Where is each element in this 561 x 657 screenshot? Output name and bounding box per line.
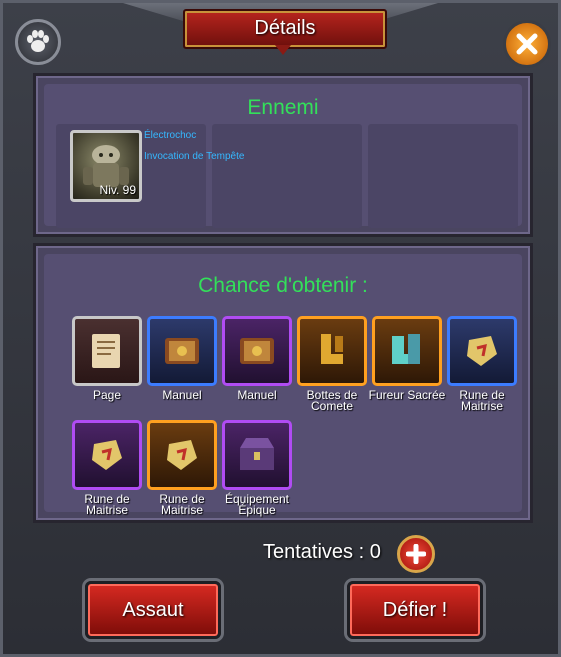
enemy-skill-2[interactable]: Invocation de Tempête [144,151,244,162]
armor-boots-icon [392,334,420,364]
loot-item[interactable] [147,420,217,490]
close-button[interactable] [503,20,551,68]
rune-icon [92,440,122,470]
enemy-portrait[interactable]: Niv. 99 [70,130,142,202]
challenge-button[interactable]: Défier ! [347,581,483,639]
rune-icon [467,336,497,366]
paw-icon [27,30,49,52]
attempts-counter: Tentatives : 0 [263,541,381,563]
assault-button[interactable]: Assaut [85,581,221,639]
enemy-level: Niv. 99 [99,183,136,197]
loot-panel-inner: Chance d'obtenir : Page Manuel Manuel Botte… [44,254,522,516]
book-icon [165,338,199,364]
enemy-slot-3 [368,124,518,228]
add-attempts-button[interactable] [397,535,435,573]
rune-icon [167,440,197,470]
boots-icon [321,334,343,364]
loot-item[interactable] [72,420,142,490]
paw-button[interactable] [15,19,61,65]
loot-item[interactable] [72,316,142,386]
loot-item-label: Équipement Épique [224,492,290,517]
enemy-skill-1[interactable]: Électrochoc [144,130,196,141]
loot-item[interactable] [222,420,292,490]
loot-item[interactable] [222,316,292,386]
loot-heading: Chance d'obtenir : [198,274,368,297]
title-plate: Détails [183,9,387,49]
title-tip [275,45,291,55]
details-window: Détails Ennemi Niv. 99 Électrochoc Invoc… [0,0,561,657]
plus-icon [406,544,426,564]
loot-item-label: Rune de Maitrise [459,388,505,413]
enemy-heading: Ennemi [247,96,319,119]
loot-panel: Chance d'obtenir : Page Manuel Manuel Botte… [33,243,533,523]
enemy-panel-inner: Ennemi Niv. 99 Électrochoc Invocation de… [44,84,522,228]
enemy-panel: Ennemi Niv. 99 Électrochoc Invocation de… [33,73,533,237]
loot-item[interactable] [297,316,367,386]
enemy-slot-2 [212,124,362,228]
book-icon [240,338,274,364]
loot-item[interactable] [147,316,217,386]
scroll-icon [92,334,120,368]
chest-icon [240,438,274,470]
loot-item[interactable] [372,316,442,386]
window-title: Détails [254,17,316,39]
close-icon [516,33,538,55]
loot-item[interactable] [447,316,517,386]
